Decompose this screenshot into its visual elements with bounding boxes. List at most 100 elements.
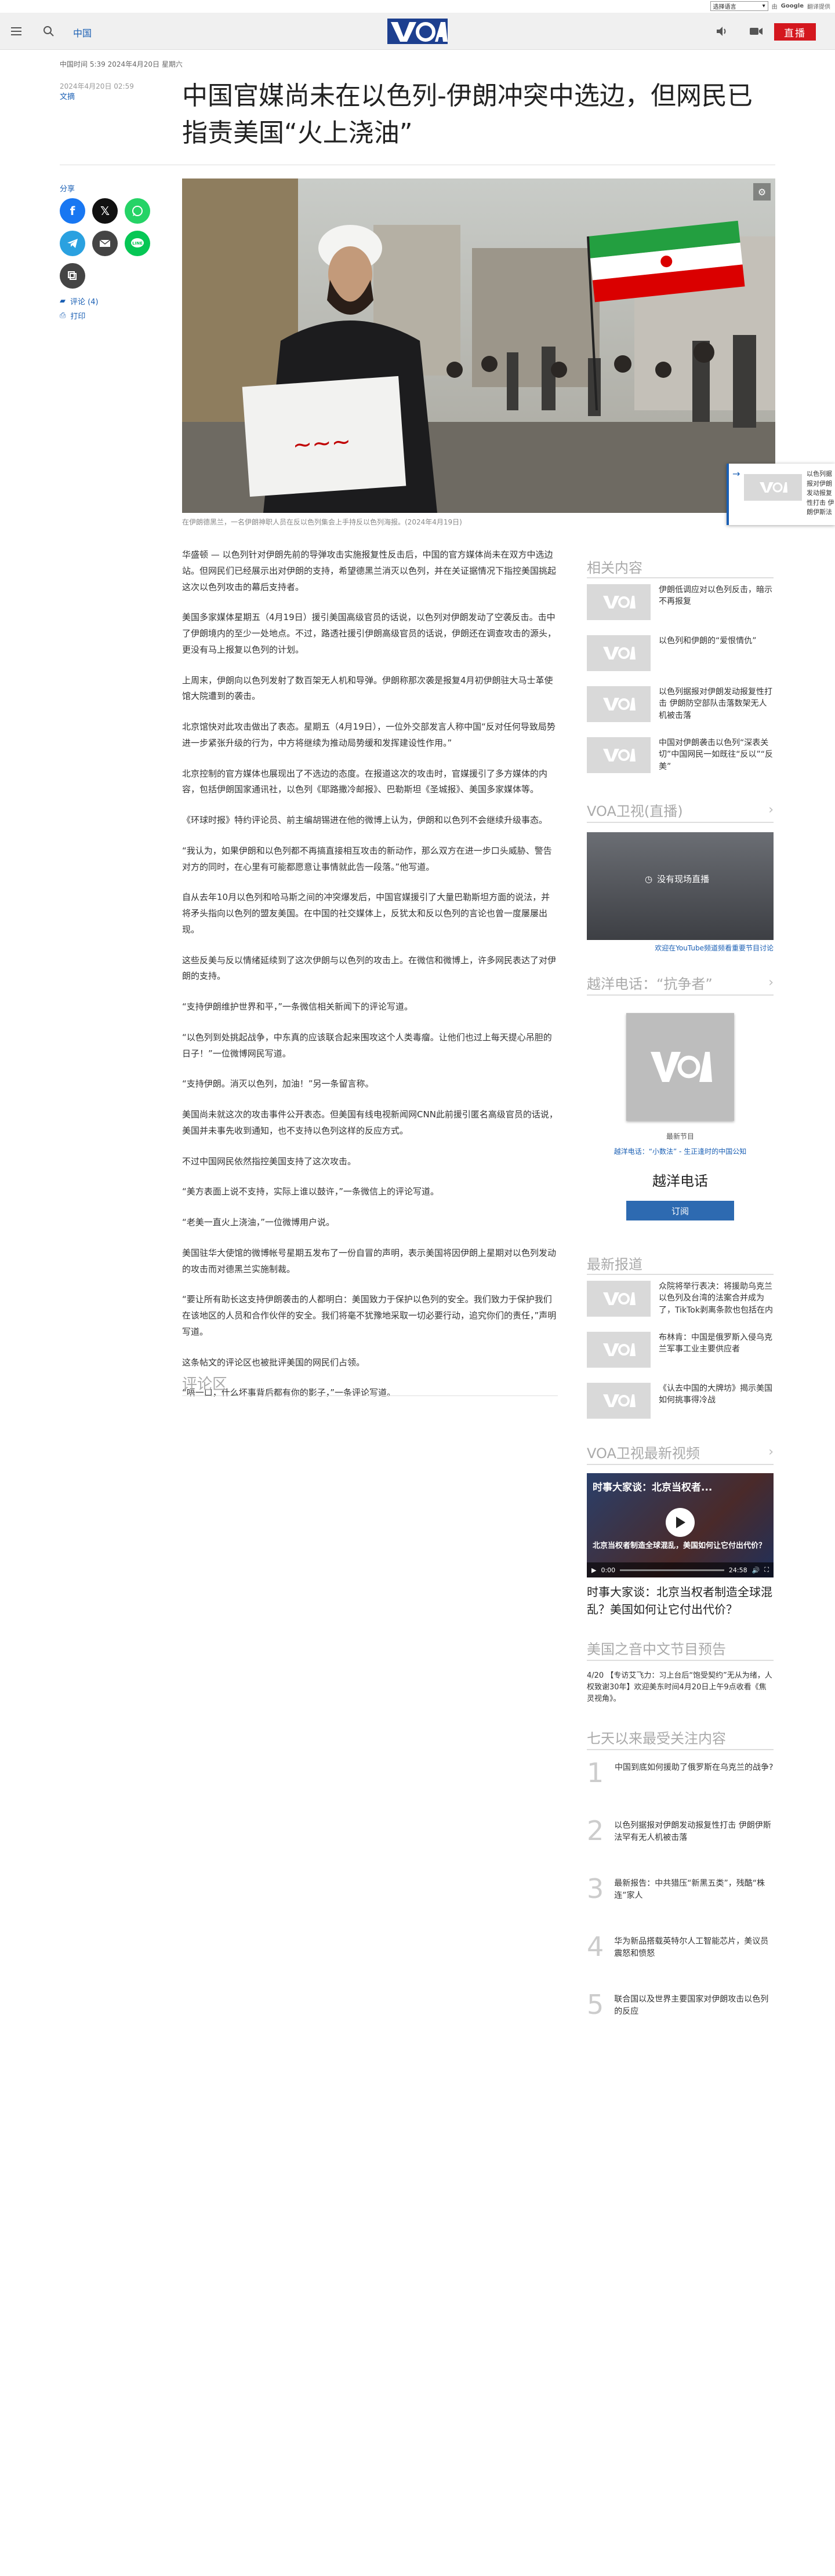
next-article-teaser[interactable]: → 以色列据报对伊朗发动报复性打击 伊朗伊斯法罕有无人机被击落 bbox=[727, 464, 835, 525]
article-paragraph: “支持伊朗。消灭以色列，加油！”另一条留言称。 bbox=[182, 1079, 374, 1090]
popular-rank: 5 bbox=[587, 1989, 604, 2020]
podcast-artwork[interactable] bbox=[626, 1013, 734, 1121]
latest-divider bbox=[587, 1274, 774, 1275]
audio-icon[interactable] bbox=[716, 25, 728, 37]
article-paragraph: “我认为，如果伊朗和以色列都不再搞直接相互攻击的新动作，那么双方在进一步口头威胁… bbox=[182, 845, 552, 872]
article-paragraph: 这条帖文的评论区也被批评美国的网民们占领。 bbox=[182, 1357, 365, 1368]
popular-title: 联合国以及世界主要国家对伊朗攻击以色列的反应 bbox=[614, 1995, 769, 2016]
whatsapp-share-button[interactable] bbox=[125, 198, 150, 224]
live-preview[interactable]: ◷ 没有现场直播 bbox=[587, 832, 774, 940]
article-paragraph: 《环球时报》特约评论员、前主编胡锡进在他的微博上认为，伊朗和以色列不会继续升级事… bbox=[182, 815, 548, 825]
podcast-latest-label: 最新节目 bbox=[666, 1132, 694, 1141]
latest-item[interactable]: 布林肯：中国是俄罗斯入侵乌克兰军事工业主要供应者 bbox=[587, 1332, 774, 1368]
podcast-episode-link[interactable]: 越洋电话：“小数法” - 生正逢时的中国公知 bbox=[587, 1146, 774, 1156]
article-paragraph: “以色列到处挑起战争，中东真的应该联合起来围攻这个人类毒瘤。让他们也过上每天提心… bbox=[182, 1032, 552, 1059]
popular-item[interactable]: 3 最新报告：中共猎压“新黑五类”，残酷“株连”家人 bbox=[587, 1875, 774, 1902]
play-small-icon[interactable]: ▶ bbox=[591, 1566, 596, 1574]
video-divider bbox=[587, 1464, 774, 1465]
email-share-button[interactable] bbox=[92, 231, 118, 256]
roundup-title-text: 美国之音中文节目预告 bbox=[587, 1641, 726, 1657]
volume-icon[interactable]: 🔊 bbox=[752, 1566, 760, 1574]
voa-logo[interactable] bbox=[387, 19, 448, 44]
popular-item[interactable]: 2 以色列据报对伊朗发动报复性打击 伊朗伊斯法罕有无人机被击落 bbox=[587, 1817, 774, 1844]
dateline: 中国时间 5:39 2024年4月20日 星期六 bbox=[60, 60, 183, 68]
live-section-title[interactable]: VOA卫视(直播) › bbox=[587, 800, 774, 820]
latest-item[interactable]: 众院将举行表决：将援助乌克兰以色列及台湾的法案合并成为了，TikTok剥离条款也… bbox=[587, 1281, 774, 1317]
related-item[interactable]: 伊朗低调应对以色列反击，暗示不再报复 bbox=[587, 584, 774, 620]
print-link[interactable]: ⎙ 打印 bbox=[60, 310, 176, 321]
live-button[interactable]: 直播 bbox=[774, 23, 816, 41]
live-subtext: 欢迎在YouTube频道频看重要节目讨论 bbox=[655, 944, 774, 952]
line-share-button[interactable]: LINE bbox=[125, 231, 150, 256]
latest-thumbnail bbox=[587, 1332, 651, 1368]
article-paragraph: 美国驻华大使馆的微博帐号星期五发布了一份自冒的声明，表示美国将因伊朗上星期对以色… bbox=[182, 1247, 557, 1274]
video-overlay-title: 时事大家谈：北京当权者... bbox=[593, 1482, 713, 1493]
video-camera-icon[interactable] bbox=[749, 25, 763, 37]
popular-rank: 3 bbox=[587, 1873, 604, 1904]
comments-section-title: 评论区 bbox=[182, 1376, 228, 1393]
related-title: 伊朗低调应对以色列反击，暗示不再报复 bbox=[659, 585, 772, 607]
facebook-share-button[interactable]: f bbox=[60, 198, 85, 224]
share-panel: 分享 f 𝕏 LINE ▰ 评论 (4) ⎙ 打印 bbox=[60, 183, 176, 321]
image-caption: 在伊朗德黑兰，一名伊朗神职人员在反以色列集会上手持反以色列海报。(2024年4月… bbox=[182, 518, 462, 526]
video-controls: ▶ 0:00 24:58 🔊 ⛶ bbox=[587, 1562, 774, 1577]
print-label: 打印 bbox=[70, 312, 86, 321]
video-progress[interactable] bbox=[620, 1569, 724, 1571]
language-select[interactable]: 选择语言 ▾ bbox=[710, 1, 768, 11]
related-thumbnail bbox=[587, 737, 651, 773]
copy-link-button[interactable] bbox=[60, 263, 85, 289]
share-label: 分享 bbox=[60, 185, 75, 194]
video-section-title[interactable]: VOA卫视最新视频 › bbox=[587, 1442, 774, 1462]
video-duration: 24:58 bbox=[728, 1566, 747, 1574]
section-link[interactable]: 文摘 bbox=[60, 93, 75, 101]
related-title: 中国对伊朗袭击以色列“深表关切”中国网民一如既往“反以”“反美” bbox=[659, 738, 774, 771]
powered-prefix: 由 bbox=[771, 4, 778, 10]
menu-icon[interactable] bbox=[9, 24, 23, 38]
related-item[interactable]: 中国对伊朗袭击以色列“深表关切”中国网民一如既往“反以”“反美” bbox=[587, 737, 774, 773]
article-paragraph: 华盛顿 — 以色列针对伊朗先前的导弹攻击实施报复性反击后，中国的官方媒体尚未在双… bbox=[182, 549, 557, 592]
related-thumbnail bbox=[587, 686, 651, 722]
video-caption[interactable]: 时事大家谈：北京当权者制造全球混乱？美国如何让它付出代价？ bbox=[587, 1583, 774, 1618]
language-select-label: 选择语言 bbox=[713, 4, 736, 10]
play-button[interactable] bbox=[666, 1508, 695, 1537]
popular-item[interactable]: 1 中国到底如何援助了俄罗斯在乌克兰的战争? bbox=[587, 1759, 774, 1786]
chevron-right-icon: › bbox=[768, 1445, 774, 1459]
play-icon bbox=[676, 1517, 685, 1528]
popular-item[interactable]: 5 联合国以及世界主要国家对伊朗攻击以色列的反应 bbox=[587, 1991, 774, 2018]
telegram-share-button[interactable] bbox=[60, 231, 85, 256]
article-paragraph: “支持伊朗维护世界和平，”一条微信相关新闻下的评论写道。 bbox=[182, 1001, 413, 1012]
related-item[interactable]: 以色列据报对伊朗发动报复性打击 伊朗防空部队击落数架无人机被击落 bbox=[587, 686, 774, 722]
article-paragraph: “要让所有助长这支持伊朗袭击的人都明白：美国致力于保护以色列的安全。我们致力于保… bbox=[182, 1294, 557, 1337]
search-icon[interactable] bbox=[42, 24, 56, 38]
article-paragraph: “老美一直火上浇油，”一位微博用户说。 bbox=[182, 1217, 335, 1227]
x-share-button[interactable]: 𝕏 bbox=[92, 198, 118, 224]
google-logo: Google bbox=[780, 3, 804, 9]
x-icon: 𝕏 bbox=[100, 204, 110, 218]
language-link[interactable]: 中国 bbox=[73, 25, 92, 39]
related-title-text: 相关内容 bbox=[587, 560, 642, 576]
copy-icon bbox=[68, 271, 77, 280]
subscribe-button[interactable]: 订阅 bbox=[626, 1201, 734, 1220]
facebook-icon: f bbox=[70, 204, 75, 218]
article-paragraph: 不过中国网民依然指控美国支持了这次攻击。 bbox=[182, 1156, 357, 1167]
teaser-thumbnail bbox=[744, 474, 802, 501]
article-paragraph: 上周末，伊朗向以色列发射了数百架无人机和导弹。伊朗称那次袭是报复4月初伊朗驻大马… bbox=[182, 675, 553, 702]
image-settings-icon[interactable]: ⚙ bbox=[753, 183, 771, 201]
teaser-title: 以色列据报对伊朗发动报复性打击 伊朗伊斯法罕有无人机被击落 bbox=[807, 470, 834, 516]
podcast-title-text: 越洋电话：“抗争者” bbox=[587, 976, 713, 992]
comment-icon: ▰ bbox=[60, 297, 66, 305]
article-paragraph: 自从去年10月以色列和哈马斯之间的冲突爆发后，中国官媒援引了大量巴勒斯坦方面的说… bbox=[182, 892, 550, 935]
comments-link[interactable]: ▰ 评论 (4) bbox=[60, 296, 176, 307]
podcast-section-title[interactable]: 越洋电话：“抗争者” › bbox=[587, 972, 774, 993]
latest-item[interactable]: 《认去中国的大牌坊》揭示美国如何挑事得冷战 bbox=[587, 1383, 774, 1419]
google-translate-widget: 选择语言 ▾ 由 Google 翻译提供 bbox=[710, 1, 830, 11]
powered-suffix: 翻译提供 bbox=[807, 4, 830, 10]
popular-item[interactable]: 4 华为新品搭载英特尔人工智能芯片，美议员震怒和愤怒 bbox=[587, 1933, 774, 1960]
article-paragraph: 美国多家媒体星期五（4月19日）援引美国高级官员的话说，以色列对伊朗发动了空袭反… bbox=[182, 612, 557, 655]
live-divider bbox=[587, 822, 774, 823]
live-title-text: VOA卫视(直播) bbox=[587, 803, 683, 819]
related-item[interactable]: 以色列和伊朗的“爱恨情仇” bbox=[587, 635, 774, 671]
video-player[interactable]: 时事大家谈：北京当权者... 北京当权者制造全球混乱，美国如何让它付出代价？ ▶… bbox=[587, 1473, 774, 1577]
fullscreen-icon[interactable]: ⛶ bbox=[764, 1566, 769, 1574]
site-header: 中国 直播 bbox=[0, 13, 835, 50]
